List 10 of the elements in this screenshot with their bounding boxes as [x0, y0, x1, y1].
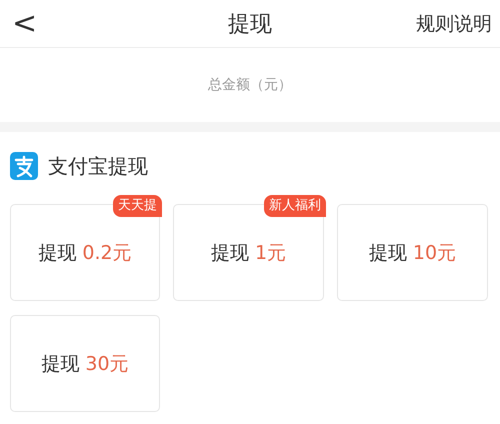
back-button[interactable]: < [6, 8, 44, 38]
withdraw-option[interactable]: 提现 10元 [337, 204, 488, 301]
section-title: 支付宝提现 [48, 152, 148, 180]
promo-badge: 新人福利 [264, 195, 326, 217]
page-title: 提现 [228, 12, 272, 36]
total-amount-label: 总金额（元） [208, 76, 292, 94]
alipay-icon [10, 152, 38, 180]
rules-link[interactable]: 规则说明 [416, 10, 492, 36]
promo-badge: 天天提 [113, 195, 162, 217]
withdraw-option[interactable]: 提现 30元 [10, 315, 160, 412]
